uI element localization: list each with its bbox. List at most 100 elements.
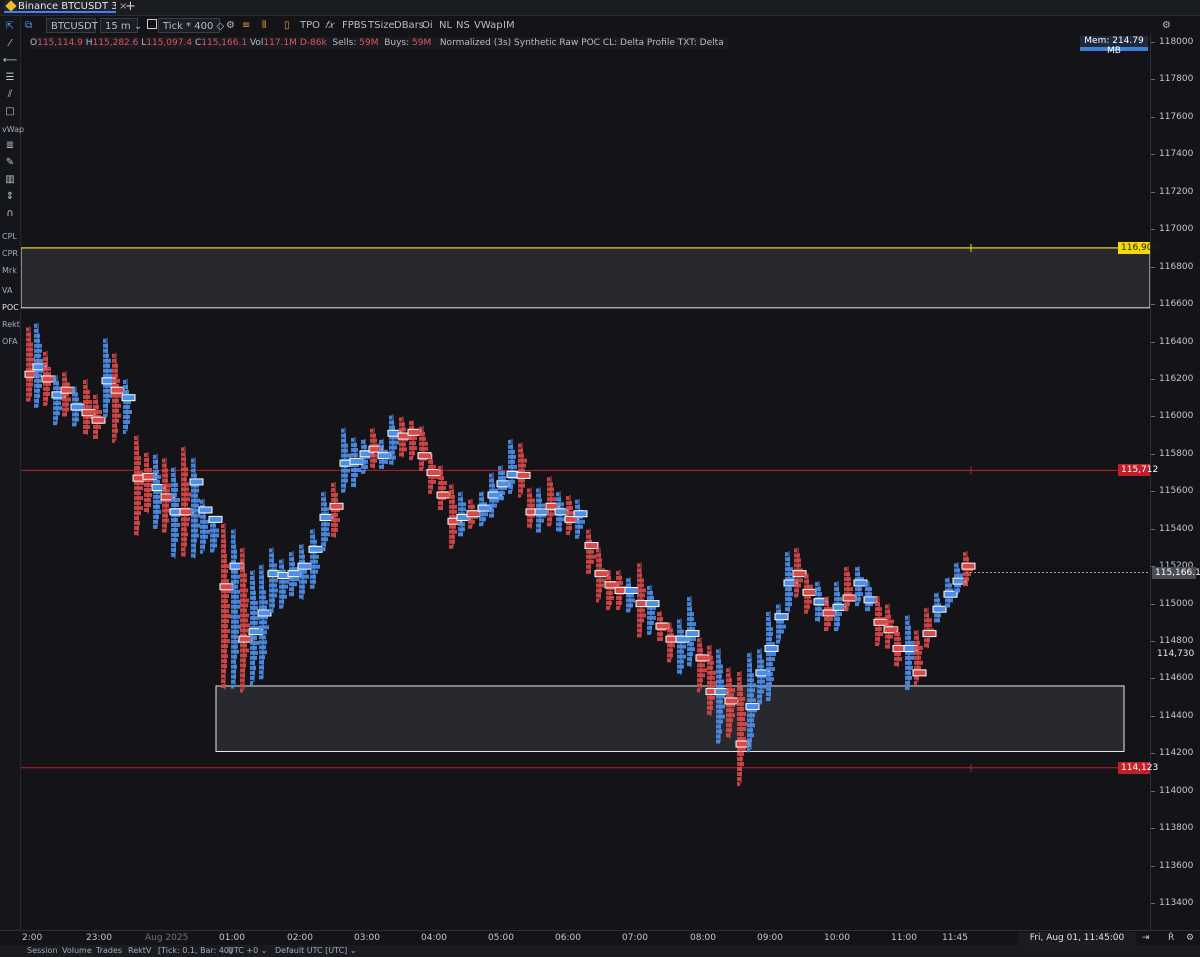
vwap-button[interactable]: VWap: [474, 18, 503, 33]
ns-button[interactable]: NS: [456, 18, 470, 33]
footprint-cell-71-1: [716, 649, 719, 654]
dbars-button[interactable]: DBars: [394, 18, 424, 33]
footprint-cell-7-6: [83, 404, 92, 409]
tick-selector[interactable]: Tick * 400 ◇: [158, 18, 224, 33]
symbol-selector[interactable]: BTCUSDT ⋮: [46, 18, 111, 33]
add-tab-icon[interactable]: +: [125, 0, 136, 14]
measure-icon[interactable]: ⇕: [2, 190, 18, 204]
footprint-cell-28-9: [289, 592, 294, 597]
footprint-cell-71-14: [716, 714, 725, 719]
book-icon[interactable]: ▥: [2, 173, 18, 187]
fx-icon[interactable]: 𝑓𝑥: [325, 18, 334, 33]
poc-box-30: [308, 545, 323, 553]
footprint-cell-77-1: [776, 604, 779, 609]
session-button[interactable]: Session: [27, 945, 58, 957]
timezone-offset-selector[interactable]: UTC +0 ⌄: [228, 945, 267, 957]
footprint-cell-22-6: [231, 554, 237, 559]
fpbs-button[interactable]: FPBS: [342, 18, 367, 33]
trendline-icon[interactable]: ⁄: [2, 37, 18, 51]
cpl-tool[interactable]: CPL: [2, 231, 17, 243]
footprint-cell-79-8: [794, 583, 801, 588]
footprint-cell-15-10: [162, 503, 169, 508]
pen-icon[interactable]: ✎: [2, 156, 18, 170]
parallel-channel-icon[interactable]: ⫽: [2, 88, 18, 102]
footprint-cell-81-7: [815, 612, 822, 617]
rectangle-icon[interactable]: □: [2, 105, 18, 119]
footprint-chart[interactable]: [21, 35, 1150, 930]
footprint-cell-48-2: [489, 478, 494, 483]
chart-area[interactable]: [21, 35, 1150, 930]
timezone-selector[interactable]: Default UTC [UTC] ⌄: [275, 945, 357, 957]
price-tick-mark: [1151, 191, 1155, 193]
footprint-cell-30-2: [310, 534, 315, 539]
footprint-cell-31-3: [321, 502, 327, 507]
footprint-cell-74-10: [747, 698, 756, 703]
footprint-cell-25-1: [259, 565, 262, 570]
footprint-cell-25-7: [259, 595, 266, 600]
footprint-cell-13-11: [144, 502, 151, 507]
cursor-icon[interactable]: ⇱: [2, 20, 18, 34]
footprint-cell-11-11: [123, 429, 126, 434]
footprint-cell-17-17: [181, 527, 187, 532]
price-tick-mark: [1151, 528, 1155, 530]
volume-button[interactable]: Volume: [62, 945, 92, 957]
footprint-cell-71-3: [716, 659, 721, 664]
bars-icon[interactable]: ⫴: [262, 18, 266, 33]
footprint-cell-11-1: [123, 379, 126, 384]
fib-icon[interactable]: ≣: [2, 139, 18, 153]
footprint-cell-56-1: [566, 496, 569, 501]
footprint-cell-20-7: [210, 548, 214, 553]
poc-tool[interactable]: POC: [2, 302, 19, 314]
reset-icon[interactable]: Ṙ: [1168, 933, 1174, 944]
footprint-cell-44-11: [449, 534, 455, 539]
footprint-cell-70-6: [707, 670, 716, 675]
chart-tab[interactable]: Binance BTCUSDT 3...: [4, 0, 116, 13]
magnet-icon[interactable]: ∩: [2, 207, 18, 221]
footprint-cell-3-9: [43, 391, 50, 396]
candle-icon[interactable]: ▯: [284, 18, 290, 33]
footprint-cell-5-9: [62, 412, 67, 417]
footprint-cell-22-22: [231, 634, 238, 639]
footprint-cell-15-11: [162, 508, 170, 513]
footprint-cell-23-6: [240, 573, 247, 578]
horizontal-lines-icon[interactable]: ☰: [2, 71, 18, 85]
axis-settings-icon[interactable]: ⚙: [1186, 933, 1194, 944]
footprint-cell-64-9: [647, 625, 652, 630]
footprint-cell-70-7: [707, 675, 715, 680]
va-tool[interactable]: VA: [2, 285, 12, 297]
footprint-cell-17-7: [181, 477, 187, 482]
rekt-tool[interactable]: Rekt: [2, 319, 20, 331]
footprint-cell-10-6: [112, 378, 120, 383]
mrk-tool[interactable]: Mrk: [2, 265, 17, 277]
cpr-tool[interactable]: CPR: [2, 248, 18, 260]
poc-box-74: [745, 703, 760, 711]
price-axis[interactable]: 118000 117800 117600 117400 117200 117000 1168…: [1150, 35, 1200, 930]
footprint-cell-70-14: [707, 710, 711, 715]
footprint-cell-82-7: [824, 627, 828, 632]
oi-button[interactable]: Oi: [422, 18, 433, 33]
time-axis[interactable]: 2:00 23:00 Aug 2025 01:00 02:00 03:00 04:00 05:…: [0, 930, 1200, 946]
footprint-cell-71-11: [716, 699, 723, 704]
link-icon[interactable]: ⧉: [25, 18, 32, 33]
ray-icon[interactable]: ⟵: [2, 54, 18, 68]
rektv-button[interactable]: RektV: [128, 945, 151, 957]
tsize-button[interactable]: TSize: [368, 18, 395, 33]
footprint-cell-22-27: [231, 659, 236, 664]
tpo-button[interactable]: TPO: [300, 18, 320, 33]
ofa-tool[interactable]: OFA: [2, 336, 18, 348]
settings-gear-icon[interactable]: ⚙: [226, 18, 235, 33]
scroll-right-icon[interactable]: ⇥: [1142, 933, 1150, 944]
footprint-cell-73-7: [737, 701, 744, 706]
im-button[interactable]: IM: [503, 18, 515, 33]
footprint-cell-71-6: [716, 674, 722, 679]
nl-button[interactable]: NL: [439, 18, 452, 33]
footprint-cell-9-5: [103, 358, 111, 363]
profile-icon[interactable]: ≡: [242, 18, 250, 33]
price-tick-label: 114800: [1159, 636, 1194, 647]
poc-box-68: [685, 630, 700, 638]
footprint-cell-24-5: [250, 590, 256, 595]
footprint-cell-58-5: [586, 549, 594, 554]
settings-icon[interactable]: ⚙: [1162, 18, 1171, 33]
trades-button[interactable]: Trades: [96, 945, 122, 957]
interval-selector[interactable]: 15 m ⌄: [100, 18, 142, 33]
